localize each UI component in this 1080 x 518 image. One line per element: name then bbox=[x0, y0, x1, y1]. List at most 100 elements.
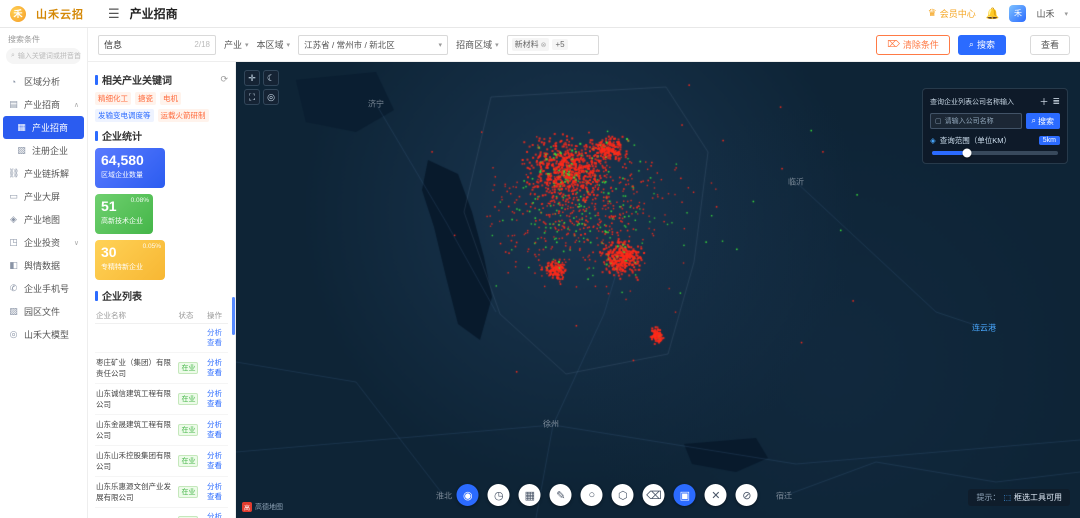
sidebar-item-山禾大模型[interactable]: ◎山禾大模型 bbox=[0, 323, 87, 346]
user-name: 山禾 bbox=[1036, 7, 1054, 20]
keyword-tag[interactable]: 精细化工 bbox=[95, 92, 131, 105]
sidebar-item-label: 产业地图 bbox=[24, 213, 60, 226]
close-tool-icon[interactable]: ✕ bbox=[705, 484, 727, 506]
action-link-查看[interactable]: 查看 bbox=[207, 338, 227, 348]
range-icon: ◈ bbox=[930, 136, 936, 145]
list-section-title: 企业列表 bbox=[102, 288, 142, 303]
action-link-查看[interactable]: 查看 bbox=[207, 492, 227, 502]
remove-tag-icon[interactable]: ⊗ bbox=[541, 41, 547, 49]
history-tool-icon[interactable]: ◷ bbox=[488, 484, 510, 506]
region-cascader[interactable]: 江苏省 / 常州市 / 新北区▾ bbox=[298, 35, 448, 55]
sidebar-item-注册企业[interactable]: ▧注册企业 bbox=[0, 139, 87, 162]
list-icon[interactable]: ≣ bbox=[1052, 96, 1060, 107]
layers-tool-icon[interactable]: ▣ bbox=[674, 484, 696, 506]
sidebar-item-区域分析[interactable]: ◔区域分析 bbox=[0, 70, 87, 93]
logo-icon: 禾 bbox=[10, 6, 26, 22]
table-row[interactable]: 山东金晟建筑工程有限公司在业分析查看 bbox=[95, 415, 228, 446]
eraser-tool-icon[interactable]: ⌫ bbox=[643, 484, 665, 506]
theme-icon[interactable]: ☾ bbox=[263, 70, 279, 86]
action-link-分析[interactable]: 分析 bbox=[207, 328, 227, 338]
keyword-tag[interactable]: 搪瓷 bbox=[135, 92, 156, 105]
notification-bell-icon[interactable]: 🔔 bbox=[986, 7, 1000, 20]
action-link-分析[interactable]: 分析 bbox=[207, 482, 227, 492]
table-row[interactable]: 枣庄矿业（集团）有限责任公司在业分析查看 bbox=[95, 353, 228, 384]
row-actions: 分析查看 bbox=[206, 324, 228, 353]
add-icon[interactable]: ＋ bbox=[1039, 95, 1048, 108]
company-name: 枣庄矿业（集团）有限责任公司 bbox=[95, 353, 177, 384]
clear-filters-button[interactable]: ⌦ 清除条件 bbox=[876, 35, 950, 55]
company-name: 山东乐惠源文创产业发展有限公司 bbox=[95, 477, 177, 508]
sidebar-item-园区文件[interactable]: ▨园区文件 bbox=[0, 300, 87, 323]
company-status bbox=[177, 324, 206, 353]
panel-scrollbar[interactable] bbox=[232, 297, 235, 335]
action-link-分析[interactable]: 分析 bbox=[207, 512, 227, 518]
sidebar-item-企业投资[interactable]: ◳企业投资∨ bbox=[0, 231, 87, 254]
action-link-查看[interactable]: 查看 bbox=[207, 461, 227, 471]
sidebar-item-产业链拆解[interactable]: ⛓产业链拆解 bbox=[0, 162, 87, 185]
map-toolbar: ◉ ◷ ▦ ✎ ○ ⬡ ⌫ ▣ ✕ ⊘ bbox=[457, 484, 758, 506]
action-link-分析[interactable]: 分析 bbox=[207, 451, 227, 461]
table-row[interactable]: 山东诚信建筑工程有限公司在业分析查看 bbox=[95, 384, 228, 415]
table-row[interactable]: 山东乐惠源文创产业发展有限公司在业分析查看 bbox=[95, 477, 228, 508]
sidebar-item-label: 产业大屏 bbox=[24, 190, 60, 203]
locate-tool-icon[interactable]: ◉ bbox=[457, 484, 479, 506]
sidebar-search-placeholder: 输入关键词或拼音首字母 bbox=[18, 51, 81, 61]
menu-toggle-icon[interactable]: ☰ bbox=[108, 6, 120, 22]
keyword-tag[interactable]: 电机 bbox=[160, 92, 181, 105]
sidebar-item-产业招商[interactable]: ▤产业招商∧ bbox=[0, 93, 87, 116]
table-row[interactable]: 分析查看 bbox=[95, 324, 228, 353]
action-link-分析[interactable]: 分析 bbox=[207, 358, 227, 368]
table-row[interactable]: 山东山禾控股集团有限公司在业分析查看 bbox=[95, 446, 228, 477]
app-root: 禾 山禾云招 ☰ 产业招商 ♛ 会员中心 🔔 禾 山禾 ▾ 搜索条件 ⌕ 输入关… bbox=[0, 0, 1080, 518]
action-link-查看[interactable]: 查看 bbox=[207, 368, 227, 378]
tag-chip[interactable]: 新材料⊗ bbox=[512, 38, 550, 51]
range-slider[interactable] bbox=[932, 151, 1058, 155]
stat-card: 64,580区域企业数量 bbox=[95, 148, 165, 188]
building-tool-icon[interactable]: ▦ bbox=[519, 484, 541, 506]
map-search-button[interactable]: ⌕ 搜索 bbox=[1026, 113, 1060, 129]
keyword-input[interactable]: 信息 2/18 bbox=[98, 35, 216, 55]
circle-draw-tool-icon[interactable]: ○ bbox=[581, 484, 603, 506]
company-name-input[interactable]: ▢ 请输入公司名称 bbox=[930, 113, 1022, 129]
local-region-select[interactable]: 本区域▾ bbox=[257, 38, 291, 51]
link-tool-icon[interactable]: ⊘ bbox=[736, 484, 758, 506]
keyword-tag[interactable]: 运载火箭研制 bbox=[158, 109, 209, 122]
status-badge: 在业 bbox=[178, 393, 198, 405]
sidebar-item-label: 企业投资 bbox=[24, 236, 60, 249]
sidebar-item-产业大屏[interactable]: ▭产业大屏 bbox=[0, 185, 87, 208]
sidebar-item-舆情数据[interactable]: ◧舆情数据 bbox=[0, 254, 87, 277]
company-name: 山东金晟建筑工程有限公司 bbox=[95, 415, 177, 446]
view-button[interactable]: 查看 bbox=[1030, 35, 1070, 55]
polygon-draw-tool-icon[interactable]: ⬡ bbox=[612, 484, 634, 506]
keyword-tag[interactable]: 发输变电调度等 bbox=[95, 109, 154, 122]
sidebar-item-企业手机号[interactable]: ✆企业手机号 bbox=[0, 277, 87, 300]
action-link-查看[interactable]: 查看 bbox=[207, 399, 227, 409]
table-row[interactable]: 山东欣兴泰业有限公司在业分析查看 bbox=[95, 508, 228, 518]
section-marker bbox=[95, 75, 98, 85]
action-link-分析[interactable]: 分析 bbox=[207, 389, 227, 399]
action-link-分析[interactable]: 分析 bbox=[207, 420, 227, 430]
sidebar-search-label: 搜索条件 bbox=[0, 34, 87, 48]
stat-percent: 0.05% bbox=[143, 243, 161, 250]
industry-select[interactable]: 产业▾ bbox=[224, 38, 249, 51]
user-menu-caret-icon[interactable]: ▾ bbox=[1064, 10, 1068, 18]
member-center-link[interactable]: ♛ 会员中心 bbox=[928, 7, 976, 20]
map-canvas-area[interactable]: 济宁临沂连云港徐州淮北宿迁 ✛☾⛶◎ 查询企业列表公司名称输入 ＋ ≣ ▢ 请输… bbox=[236, 62, 1080, 518]
search-button[interactable]: ⌕ 搜索 bbox=[958, 35, 1006, 55]
more-tags-chip[interactable]: +5 bbox=[552, 39, 567, 50]
sidebar-item-产业地图[interactable]: ◈产业地图 bbox=[0, 208, 87, 231]
invest-region-select[interactable]: 招商区域▾ bbox=[456, 38, 499, 51]
zoom-in-icon[interactable]: ✛ bbox=[244, 70, 260, 86]
edit-tool-icon[interactable]: ✎ bbox=[550, 484, 572, 506]
sidebar-item-label: 产业链拆解 bbox=[24, 167, 69, 180]
selected-tags-box[interactable]: 新材料⊗ +5 bbox=[507, 35, 599, 55]
range-slider-knob[interactable] bbox=[963, 149, 972, 158]
refresh-icon[interactable]: ⟳ bbox=[220, 74, 228, 85]
locate-icon[interactable]: ◎ bbox=[263, 89, 279, 105]
hint-label: 提示： bbox=[976, 492, 1000, 503]
avatar[interactable]: 禾 bbox=[1009, 5, 1026, 22]
fullscreen-icon[interactable]: ⛶ bbox=[244, 89, 260, 105]
action-link-查看[interactable]: 查看 bbox=[207, 430, 227, 440]
sidebar-item-产业招商[interactable]: ▦产业招商 bbox=[3, 116, 84, 139]
sidebar-search-input[interactable]: ⌕ 输入关键词或拼音首字母 bbox=[6, 48, 81, 64]
